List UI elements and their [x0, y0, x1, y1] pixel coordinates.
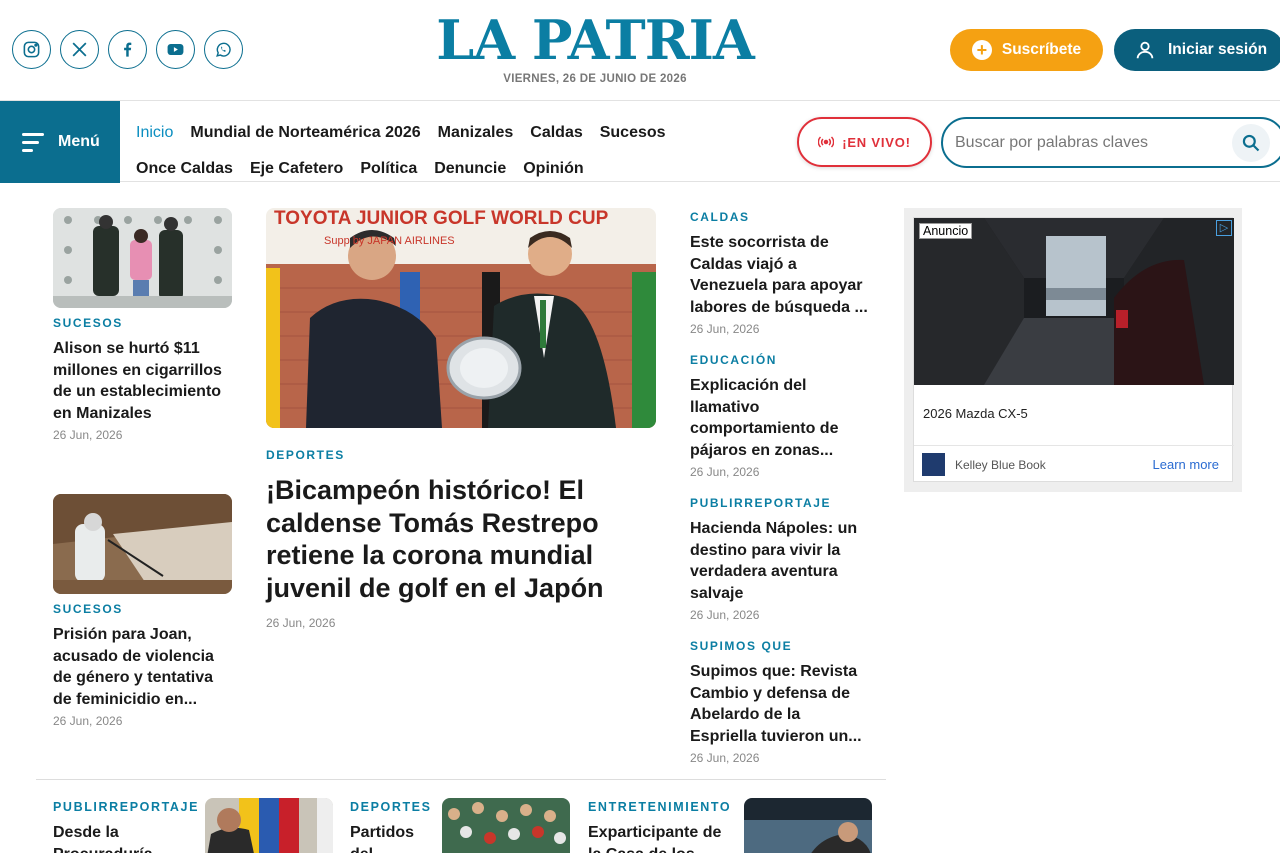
ad-cta-link[interactable]: Learn more	[1153, 457, 1219, 472]
image-sub-text: Supp by JAPAN AIRLINES	[324, 235, 455, 247]
article-title[interactable]: Desde la Procuraduría	[53, 822, 193, 853]
plus-icon: +	[971, 40, 992, 60]
article-card[interactable]: DEPORTES Partidos del	[350, 800, 440, 853]
article-image[interactable]	[744, 798, 872, 853]
main-article[interactable]: TOYOTA JUNIOR GOLF WORLD CUP Supp by JAP…	[266, 208, 656, 630]
login-button[interactable]: Iniciar sesión	[1114, 29, 1280, 71]
article-category[interactable]: PUBLIRREPORTAJE	[53, 800, 197, 814]
ad-image[interactable]: Anuncio ▷	[914, 218, 1234, 385]
article-card[interactable]: SUCESOS Alison se hurtó $11 millones en …	[53, 208, 233, 442]
article-title[interactable]: Supimos que: Revista Cambio y defensa de…	[690, 661, 870, 747]
ad-footer: Kelley Blue Book Learn more	[914, 445, 1234, 483]
article-category[interactable]: PUBLIRREPORTAJE	[690, 496, 870, 510]
article-title[interactable]: Alison se hurtó $11 millones en cigarril…	[53, 338, 233, 424]
article-category[interactable]: DEPORTES	[266, 448, 656, 462]
article-image[interactable]	[205, 798, 333, 853]
article-date: 26 Jun, 2026	[690, 608, 760, 622]
ad-choices-icon[interactable]: ▷	[1216, 220, 1232, 236]
article-category[interactable]: SUCESOS	[53, 602, 233, 616]
article-date: 26 Jun, 2026	[690, 465, 760, 479]
article-title[interactable]: Explicación del llamativo comportamiento…	[690, 375, 870, 461]
article-image[interactable]	[442, 798, 570, 853]
advertiser-name: Kelley Blue Book	[955, 457, 1046, 472]
article-category[interactable]: CALDAS	[690, 210, 870, 224]
site-header: LA PATRIA VIERNES, 26 DE JUNIO DE 2026 +…	[0, 0, 1280, 100]
search-icon	[1242, 134, 1260, 152]
ad-container: Anuncio ▷ 2026 Mazda CX-5 Kelley Blue Bo…	[904, 208, 1242, 492]
image-banner-text: TOYOTA JUNIOR GOLF WORLD CUP	[274, 208, 609, 229]
nav-link-once-caldas[interactable]: Once Caldas	[136, 160, 233, 178]
article-category[interactable]: DEPORTES	[350, 800, 440, 814]
article-category[interactable]: EDUCACIÓN	[690, 353, 870, 367]
nav-links: Inicio Mundial de Norteamérica 2026 Mani…	[136, 115, 736, 187]
article-date: 26 Jun, 2026	[53, 714, 123, 728]
nav-link-inicio[interactable]: Inicio	[136, 124, 173, 142]
article-image[interactable]	[53, 208, 232, 308]
article-date: 26 Jun, 2026	[53, 428, 123, 442]
article-card[interactable]: PUBLIRREPORTAJE Hacienda Nápoles: un des…	[690, 496, 870, 622]
article-title[interactable]: Partidos del	[350, 822, 440, 853]
article-category[interactable]: ENTRETENIMIENTO	[588, 800, 730, 814]
search-box	[941, 117, 1280, 168]
article-date: 26 Jun, 2026	[266, 616, 336, 630]
login-label: Iniciar sesión	[1168, 41, 1268, 58]
menu-button[interactable]: Menú	[0, 101, 120, 183]
hamburger-icon	[22, 132, 44, 152]
current-date: VIERNES, 26 DE JUNIO DE 2026	[503, 73, 687, 85]
broadcast-icon	[818, 136, 835, 148]
article-title[interactable]: Exparticipante de la Casa de los	[588, 822, 728, 853]
nav-link-mundial[interactable]: Mundial de Norteamérica 2026	[190, 124, 420, 142]
article-title[interactable]: Este socorrista de Caldas viajó a Venezu…	[690, 232, 870, 318]
menu-label: Menú	[58, 133, 100, 150]
nav-link-sucesos[interactable]: Sucesos	[600, 124, 666, 142]
article-card[interactable]: SUCESOS Prisión para Joan, acusado de vi…	[53, 494, 233, 728]
article-category[interactable]: SUCESOS	[53, 316, 233, 330]
article-card[interactable]: CALDAS Este socorrista de Caldas viajó a…	[690, 210, 870, 336]
article-date: 26 Jun, 2026	[690, 322, 760, 336]
nav-link-caldas[interactable]: Caldas	[530, 124, 582, 142]
ad-label: Anuncio	[919, 223, 973, 239]
article-title[interactable]: Hacienda Nápoles: un destino para vivir …	[690, 518, 870, 604]
nav-link-manizales[interactable]: Manizales	[438, 124, 514, 142]
live-label: ¡EN VIVO!	[842, 134, 911, 150]
user-icon	[1136, 41, 1154, 59]
nav-link-denuncie[interactable]: Denuncie	[434, 160, 506, 178]
nav-link-politica[interactable]: Política	[360, 160, 417, 178]
article-image[interactable]	[53, 494, 232, 594]
nav-link-eje-cafetero[interactable]: Eje Cafetero	[250, 160, 343, 178]
search-input[interactable]	[955, 133, 1225, 152]
ad-card[interactable]: Anuncio ▷ 2026 Mazda CX-5 Kelley Blue Bo…	[913, 217, 1234, 483]
main-nav: Menú Inicio Mundial de Norteamérica 2026…	[0, 100, 1280, 183]
article-card[interactable]: PUBLIRREPORTAJE Desde la Procuraduría	[53, 800, 197, 853]
article-date: 26 Jun, 2026	[690, 751, 760, 765]
main-article-title[interactable]: ¡Bicampeón histórico! El caldense Tomás …	[266, 474, 616, 604]
subscribe-button[interactable]: + Suscríbete	[950, 29, 1103, 71]
article-category[interactable]: SUPIMOS QUE	[690, 639, 870, 653]
article-title[interactable]: Prisión para Joan, acusado de violencia …	[53, 624, 233, 710]
article-card[interactable]: EDUCACIÓN Explicación del llamativo comp…	[690, 353, 870, 479]
search-button[interactable]	[1232, 124, 1270, 162]
article-card[interactable]: ENTRETENIMIENTO Exparticipante de la Cas…	[588, 800, 730, 853]
main-article-image[interactable]: TOYOTA JUNIOR GOLF WORLD CUP Supp by JAP…	[266, 208, 656, 428]
live-button[interactable]: ¡EN VIVO!	[797, 117, 932, 167]
advertiser-logo	[922, 453, 945, 476]
nav-link-opinion[interactable]: Opinión	[523, 160, 583, 178]
ad-title[interactable]: 2026 Mazda CX-5	[923, 406, 1028, 421]
article-card[interactable]: SUPIMOS QUE Supimos que: Revista Cambio …	[690, 639, 870, 765]
section-divider	[36, 779, 886, 780]
subscribe-label: Suscríbete	[1001, 41, 1082, 58]
